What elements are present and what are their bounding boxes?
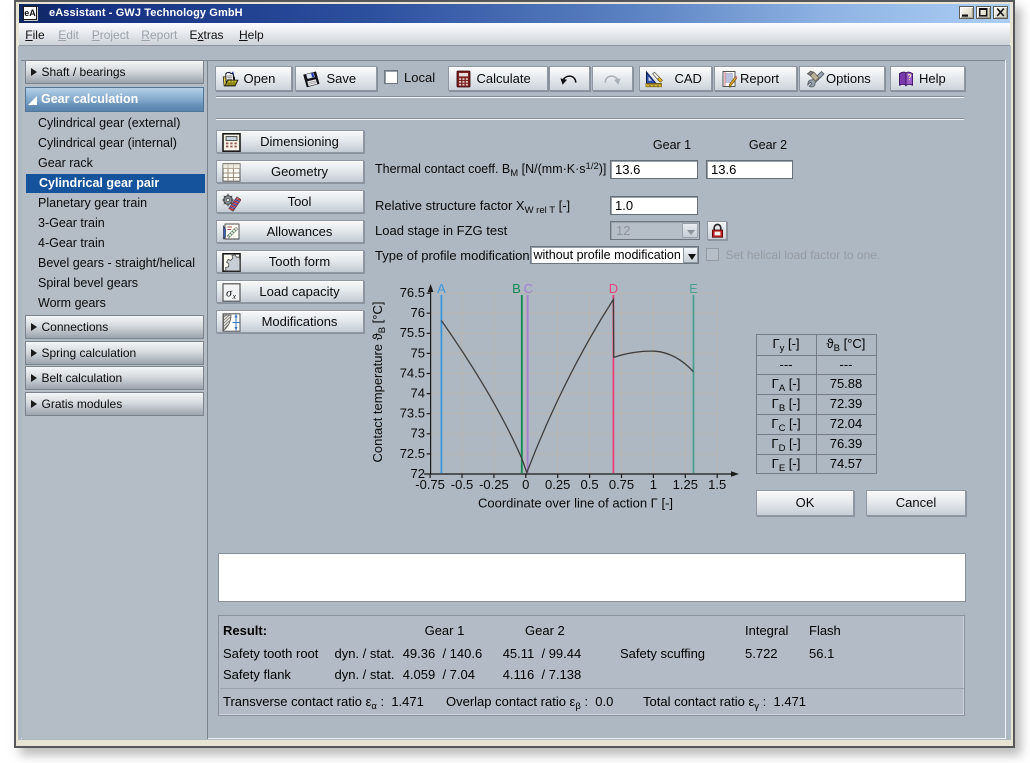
svg-text:Contact temperature ϑB [°C]: Contact temperature ϑB [°C] [370, 301, 388, 462]
svg-text:A: A [437, 281, 446, 296]
svg-text:75: 75 [411, 345, 425, 360]
svg-text:-0.25: -0.25 [479, 477, 509, 492]
svg-text:-0.5: -0.5 [451, 477, 473, 492]
svg-text:0: 0 [522, 477, 529, 492]
svg-text:x: x [232, 292, 237, 301]
svg-text:74.5: 74.5 [400, 365, 425, 380]
svg-text:D: D [609, 281, 618, 296]
svg-text:1.5: 1.5 [708, 477, 726, 492]
svg-text:75.5: 75.5 [400, 325, 425, 340]
svg-text:E: E [689, 281, 698, 296]
svg-text:1.25: 1.25 [673, 477, 698, 492]
svg-text:C: C [524, 281, 533, 296]
svg-text:73.5: 73.5 [400, 406, 425, 421]
svg-text:B: B [512, 281, 521, 296]
svg-text:73: 73 [411, 426, 425, 441]
svg-text:1: 1 [650, 477, 657, 492]
svg-text:0.25: 0.25 [545, 477, 570, 492]
svg-text:0.75: 0.75 [609, 477, 634, 492]
svg-text:74: 74 [411, 386, 425, 401]
svg-text:72.5: 72.5 [400, 446, 425, 461]
svg-text:76: 76 [411, 305, 425, 320]
svg-text:0.5: 0.5 [581, 477, 599, 492]
svg-text:-0.75: -0.75 [415, 477, 445, 492]
svg-text:76.5: 76.5 [400, 285, 425, 300]
svg-text:Coordinate over line of action: Coordinate over line of action Γ [-] [478, 496, 673, 511]
